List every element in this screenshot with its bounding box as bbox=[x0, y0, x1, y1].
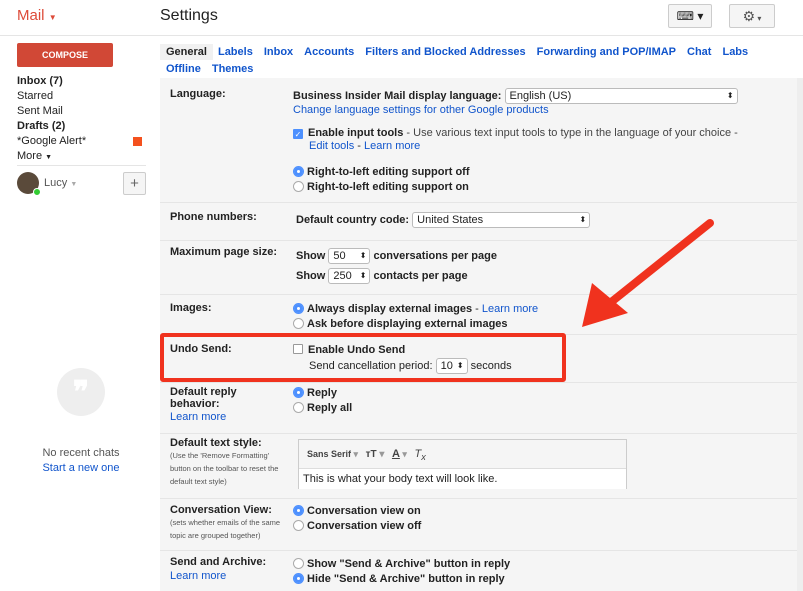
tab-forwarding[interactable]: Forwarding and POP/IMAP bbox=[537, 46, 676, 58]
tab-accounts[interactable]: Accounts bbox=[304, 46, 354, 58]
radio-show-send-archive[interactable] bbox=[293, 558, 304, 569]
send-archive-learn-more-link[interactable]: Learn more bbox=[170, 570, 226, 582]
nav-more[interactable]: More ▼ bbox=[17, 149, 147, 164]
rtl-off-option[interactable]: Right-to-left editing support off bbox=[293, 165, 738, 180]
setting-send-archive: Send and Archive: Learn more Show "Send … bbox=[170, 556, 511, 585]
contacts-per-page-select[interactable]: 250 ⬍ bbox=[328, 268, 371, 284]
learn-more-link[interactable]: Learn more bbox=[364, 140, 420, 152]
settings-gear-button[interactable]: ⚙ ▾ bbox=[729, 4, 775, 28]
tab-labs[interactable]: Labs bbox=[722, 46, 748, 58]
font-size-icon[interactable]: ᴛT ▾ bbox=[366, 449, 385, 460]
input-tools-button[interactable]: ⌨ ▾ bbox=[668, 4, 712, 28]
setting-conversation-view: Conversation View: (sets whether emails o… bbox=[160, 499, 803, 551]
input-tools-checkbox[interactable]: ✓ bbox=[293, 129, 303, 139]
keyboard-icon: ⌨ bbox=[676, 9, 694, 23]
setting-text-style: Default text style: (Use the 'Remove Form… bbox=[160, 434, 803, 499]
reply-learn-more-link[interactable]: Learn more bbox=[170, 411, 226, 423]
text-color-icon[interactable]: A bbox=[392, 448, 400, 460]
add-chat-button[interactable]: + bbox=[123, 172, 146, 195]
radio-reply[interactable] bbox=[293, 387, 304, 398]
user-menu[interactable]: Lucy ▼ bbox=[44, 177, 77, 189]
nav-inbox[interactable]: Inbox (7) bbox=[17, 74, 147, 89]
compose-button[interactable]: COMPOSE bbox=[17, 43, 113, 67]
label-color-swatch bbox=[133, 137, 142, 146]
conversations-per-page-select[interactable]: 50 ⬍ bbox=[328, 248, 371, 264]
radio-conversation-off[interactable] bbox=[293, 520, 304, 531]
tab-offline[interactable]: Offline bbox=[166, 63, 201, 75]
tab-general[interactable]: General bbox=[160, 44, 213, 60]
tab-themes[interactable]: Themes bbox=[212, 63, 254, 75]
sidebar-divider bbox=[17, 165, 146, 166]
rtl-on-option[interactable]: Right-to-left editing support on bbox=[293, 180, 738, 195]
text-style-editor: Sans Serif ▾ ᴛT ▾ A ▾ Tx This is what yo… bbox=[298, 439, 627, 489]
setting-default-reply: Default reply behavior: Learn more Reply… bbox=[160, 383, 803, 434]
scrollbar[interactable] bbox=[797, 78, 803, 591]
radio-conversation-on[interactable] bbox=[293, 505, 304, 516]
country-code-select[interactable]: United States ⬍ bbox=[412, 212, 591, 228]
change-language-link[interactable]: Change language settings for other Googl… bbox=[293, 103, 738, 118]
no-chats-text: No recent chats bbox=[42, 447, 120, 459]
nav-google-alert[interactable]: *Google Alert* bbox=[17, 134, 147, 149]
remove-formatting-icon[interactable]: Tx bbox=[414, 448, 425, 462]
app-switcher[interactable]: Mail ▼ bbox=[17, 7, 57, 24]
setting-language: Language: Business Insider Mail display … bbox=[160, 78, 803, 203]
radio-rtl-on[interactable] bbox=[293, 181, 304, 192]
undo-send-highlight-box bbox=[160, 333, 566, 382]
annotation-arrow-icon bbox=[582, 219, 714, 327]
text-style-preview: This is what your body text will look li… bbox=[299, 468, 626, 489]
start-chat-link[interactable]: Start a new one bbox=[0, 462, 162, 474]
tab-inbox[interactable]: Inbox bbox=[264, 46, 293, 58]
nav-starred[interactable]: Starred bbox=[17, 89, 147, 104]
radio-hide-send-archive[interactable] bbox=[293, 573, 304, 584]
radio-reply-all[interactable] bbox=[293, 402, 304, 413]
tab-filters[interactable]: Filters and Blocked Addresses bbox=[365, 46, 525, 58]
gear-icon: ⚙ bbox=[742, 8, 756, 24]
radio-ask-before[interactable] bbox=[293, 318, 304, 329]
chevron-down-icon: ▼ bbox=[45, 154, 53, 161]
chevron-down-icon: ▼ bbox=[48, 13, 57, 22]
radio-always-display[interactable] bbox=[293, 303, 304, 314]
tab-chat[interactable]: Chat bbox=[687, 46, 711, 58]
nav-drafts[interactable]: Drafts (2) bbox=[17, 119, 147, 134]
language-select[interactable]: English (US) ⬍ bbox=[504, 88, 738, 104]
edit-tools-link[interactable]: Edit tools bbox=[309, 140, 354, 152]
nav-sent[interactable]: Sent Mail bbox=[17, 104, 147, 119]
hangouts-icon: ❞ bbox=[57, 368, 105, 416]
font-family-dropdown[interactable]: Sans Serif ▾ bbox=[307, 449, 358, 459]
tab-labels[interactable]: Labels bbox=[218, 46, 253, 58]
avatar[interactable] bbox=[17, 172, 41, 196]
settings-tabs: General Labels Inbox Accounts Filters and Bl… bbox=[160, 44, 800, 78]
radio-rtl-off[interactable] bbox=[293, 166, 304, 177]
online-status-icon bbox=[33, 188, 41, 196]
header-divider bbox=[0, 35, 803, 36]
images-learn-more-link[interactable]: Learn more bbox=[482, 303, 538, 315]
page-title: Settings bbox=[160, 7, 218, 24]
